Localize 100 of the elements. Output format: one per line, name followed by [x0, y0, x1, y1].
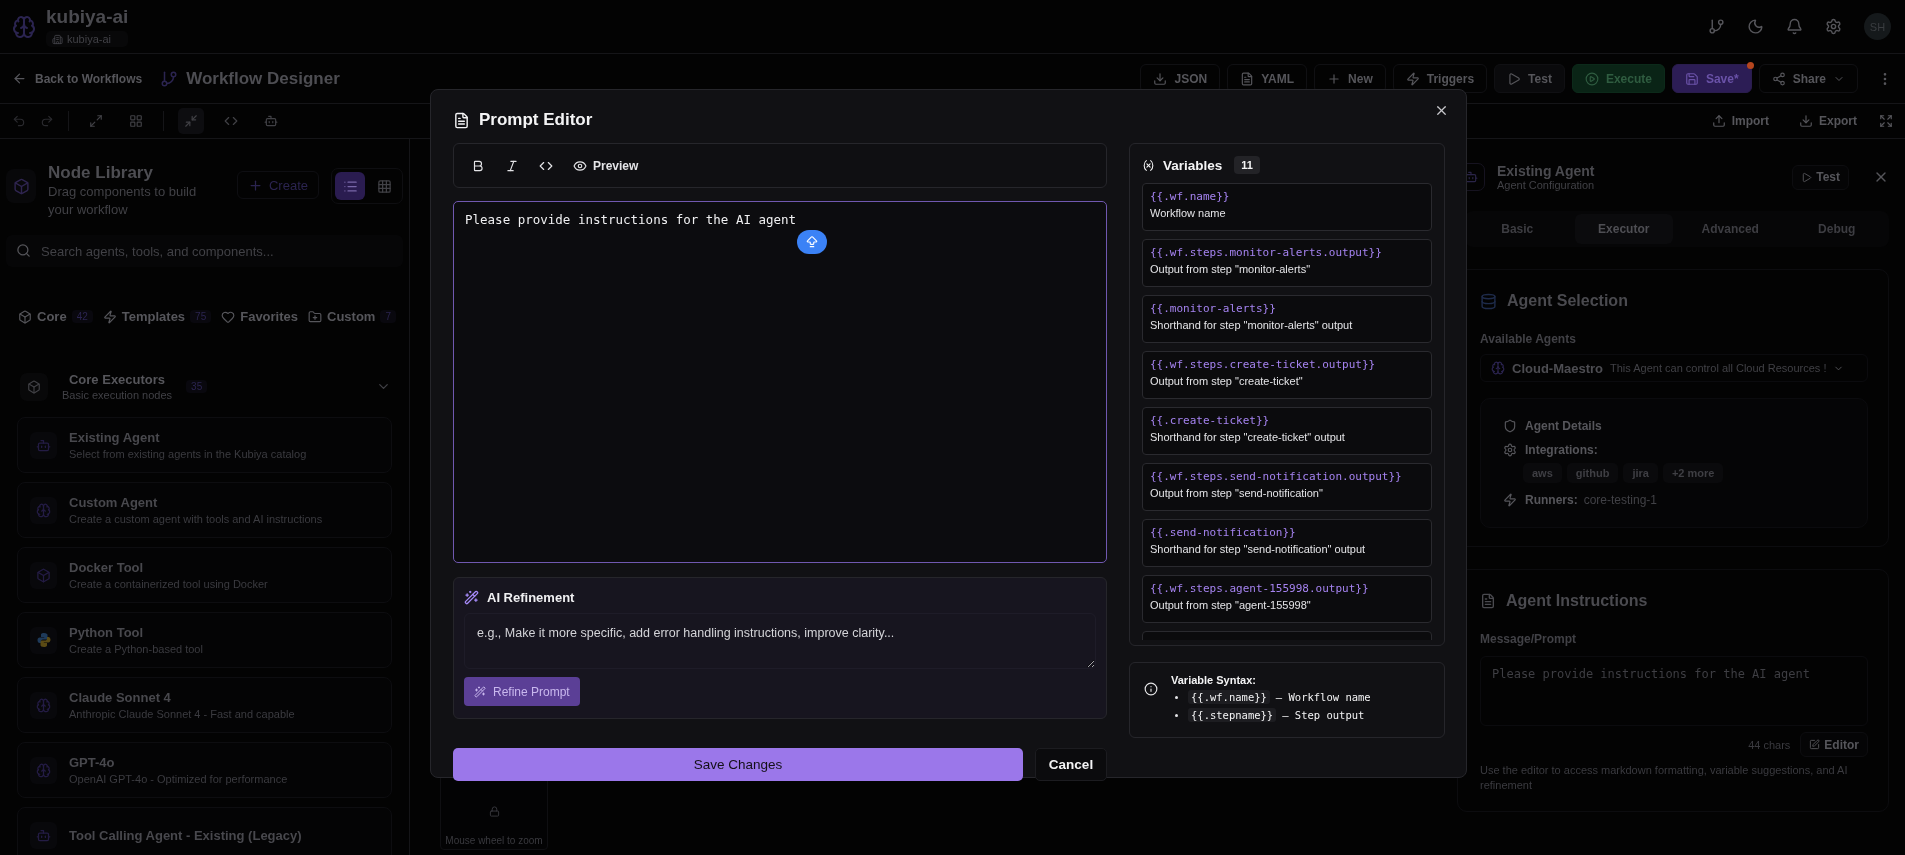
download-icon — [1153, 71, 1168, 86]
minimize-icon[interactable] — [178, 108, 204, 134]
share-icon — [1771, 71, 1786, 86]
variable-name: {{.wf.steps.agent-155998.output}} — [1150, 582, 1370, 595]
python-icon — [35, 632, 52, 648]
list-view-button[interactable] — [335, 172, 365, 200]
panel-tab[interactable]: Debug — [1787, 214, 1886, 244]
variable-item[interactable]: {{.monitor-alerts}} Shorthand for step "monitor-alerts" output — [1142, 295, 1432, 343]
variable-description: Output from step "monitor-alerts" — [1150, 263, 1312, 275]
plus-icon — [1327, 71, 1342, 86]
create-button[interactable]: Create — [236, 171, 319, 199]
agent-dropdown[interactable]: Cloud-Maestro This Agent can control all Cloud Resources ! — [1480, 354, 1868, 382]
editor-button[interactable]: Editor — [1800, 732, 1868, 757]
variable-name: {{.wf.steps.send-notification.output}} — [1150, 470, 1403, 483]
group-title: Core Executors — [69, 372, 166, 387]
integration-tag: aws — [1523, 463, 1562, 483]
node-title: Claude Sonnet 4 — [69, 690, 172, 705]
settings-icon[interactable] — [1825, 18, 1842, 35]
templates-tab-icon — [102, 309, 117, 324]
expand-icon[interactable] — [1879, 114, 1893, 128]
test-button[interactable]: Test — [1494, 64, 1565, 93]
cube-icon — [20, 372, 48, 401]
grid-icon — [376, 178, 392, 194]
building-icon — [52, 33, 63, 45]
category-tab[interactable]: Favorites — [221, 309, 299, 324]
logo-icon — [12, 14, 36, 39]
notifications-icon[interactable] — [1786, 18, 1803, 35]
variable-description: Output from step "agent-155998" — [1150, 599, 1312, 611]
bullet — [1175, 713, 1178, 717]
search-icon — [16, 243, 31, 258]
variables-title: Variables — [1163, 157, 1223, 173]
save-changes-button[interactable]: Save Changes — [453, 748, 1023, 781]
branch-icon[interactable] — [1708, 18, 1725, 35]
node-item[interactable]: Tool Calling Agent - Existing (Legacy) — [17, 807, 392, 855]
variable-item[interactable]: {{.wf.steps.create-ticket.output}} Output from step "create-ticket" — [1142, 351, 1432, 399]
char-count: 44 chars — [1748, 738, 1791, 751]
execute-button[interactable]: Execute — [1571, 64, 1665, 93]
node-item[interactable]: Claude Sonnet 4 Anthropic Claude Sonnet 4 - Fast and capable — [17, 677, 392, 733]
panel-tab[interactable]: Executor — [1574, 214, 1673, 244]
category-tab[interactable]: Core 42 — [18, 309, 93, 324]
variable-name: {{.wf.name}} — [1150, 190, 1231, 203]
bullet — [1175, 695, 1178, 699]
variable-item[interactable]: {{.send-notification}} Shorthand for step "send-notification" output — [1142, 519, 1432, 567]
download-icon — [1799, 114, 1813, 128]
brain-icon — [1491, 361, 1505, 375]
variables-count: 11 — [1234, 156, 1260, 174]
bold-icon — [471, 158, 485, 173]
prompt-field[interactable]: Please provide instructions for the AI agent — [1480, 656, 1868, 726]
variable-item[interactable]: {{.wf.steps.monitor-alerts.output}} Output from step "monitor-alerts" — [1142, 239, 1432, 287]
field-label: Message/Prompt — [1480, 632, 1578, 646]
wand-icon — [474, 685, 486, 698]
custom-tab-icon — [308, 309, 323, 324]
export-button[interactable]: Export — [1791, 114, 1865, 128]
group-subtitle: Basic execution nodes — [62, 389, 173, 401]
node-title: Python Tool — [69, 625, 145, 640]
variable-item[interactable]: {{.wf.name}} Workflow name — [1142, 183, 1432, 231]
lightning-icon — [1405, 71, 1420, 86]
favorites-tab-icon — [221, 309, 236, 324]
card-title: Agent Selection — [1507, 292, 1628, 310]
save-button[interactable]: Save* — [1671, 64, 1752, 93]
variable-item[interactable]: {{.create-ticket}} Shorthand for step "create-ticket" output — [1142, 407, 1432, 455]
prompt-editor-field[interactable]: Please provide instructions for the AI agent — [453, 201, 1107, 563]
list-icon — [342, 178, 358, 194]
variable-description: Shorthand for step "monitor-alerts" output — [1150, 319, 1354, 331]
variable-description: Shorthand for step "create-ticket" output — [1150, 431, 1346, 443]
variable-description: Shorthand for step "send-notification" output — [1150, 543, 1367, 555]
play-icon — [1507, 71, 1522, 86]
card-title: Agent Instructions — [1506, 592, 1648, 610]
syntax-code: {{.stepname}} — [1188, 708, 1277, 722]
share-button[interactable]: Share — [1758, 64, 1858, 93]
node-title: Custom Agent — [69, 495, 159, 510]
panel-subtitle: Agent Configuration — [1497, 179, 1596, 191]
variable-item[interactable]: {{.wf.steps.send-notification.output}} Output from step "send-notification" — [1142, 463, 1432, 511]
org-name: kubiya-ai — [67, 33, 112, 45]
play-icon — [1801, 171, 1813, 183]
back-link[interactable]: Back to Workflows — [12, 71, 143, 86]
syntax-title: Variable Syntax: — [1171, 674, 1257, 686]
moon-icon[interactable] — [1747, 18, 1764, 35]
page-title: Workflow Designer — [186, 68, 340, 89]
variable-name: {{.wf.steps.create-ticket.output}} — [1150, 358, 1377, 371]
panel-tab[interactable]: Advanced — [1681, 214, 1780, 244]
test-button[interactable]: Test — [1792, 164, 1849, 190]
preview-button[interactable]: Preview — [568, 151, 644, 180]
variable-item[interactable]: {{.wf.steps.agent-155998.output}} Output from step "agent-155998" — [1142, 575, 1432, 623]
cancel-button[interactable]: Cancel — [1035, 748, 1107, 781]
syntax-text: – Step output — [1282, 709, 1365, 721]
italic-icon — [505, 158, 519, 173]
preview-icon — [573, 158, 587, 173]
cube-icon — [36, 567, 51, 583]
category-tab[interactable]: Templates 75 — [102, 309, 212, 324]
variable-description: Output from step "send-notification" — [1150, 487, 1324, 499]
variable-name: {{.create-ticket}} — [1150, 414, 1271, 427]
syntax-text: – Workflow name — [1275, 691, 1371, 703]
import-button[interactable]: Import — [1703, 114, 1777, 128]
panel-tab[interactable]: Basic — [1468, 214, 1567, 244]
shield-icon — [1503, 419, 1517, 433]
search-field[interactable]: Search agents, tools, and components... — [6, 235, 403, 267]
details-title: Agent Details — [1525, 419, 1602, 433]
lock-icon[interactable] — [488, 806, 500, 817]
variable-description: Workflow name — [1150, 207, 1227, 219]
